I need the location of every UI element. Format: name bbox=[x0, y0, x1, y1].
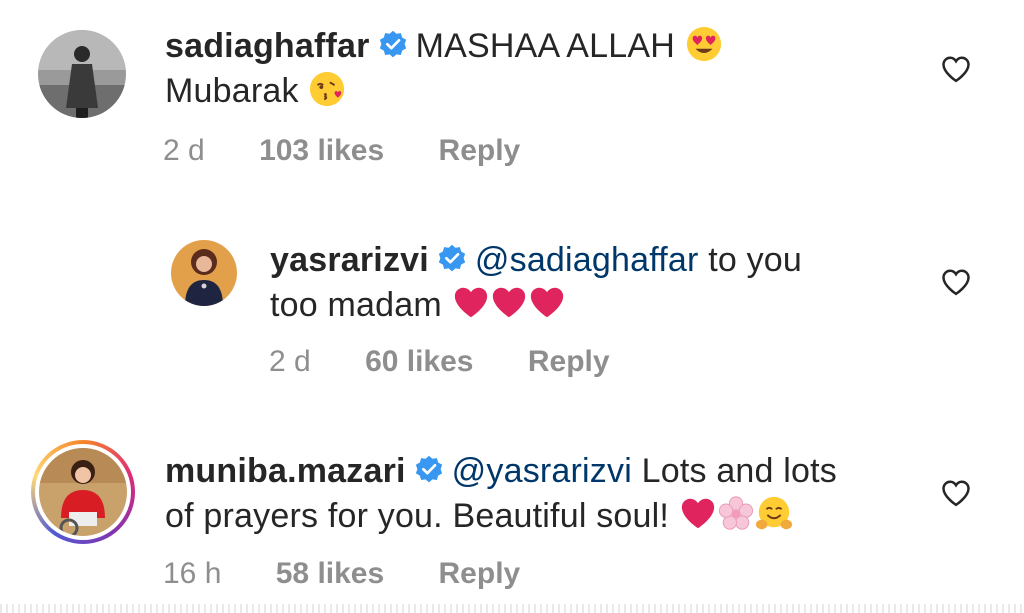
verified-badge-icon bbox=[414, 452, 444, 483]
avatar-picture bbox=[39, 448, 127, 536]
comment-text: MASHAA ALLAH bbox=[415, 27, 675, 65]
next-comment-edge bbox=[0, 604, 1024, 613]
mention-link[interactable]: @yasrarizvi bbox=[452, 452, 632, 490]
hugging-face-emoji-icon bbox=[755, 495, 793, 533]
avatar[interactable] bbox=[38, 30, 126, 118]
verified-badge-icon bbox=[437, 241, 467, 272]
comment-text-line2: of prayers for you. Beautiful soul! bbox=[165, 497, 670, 535]
red-heart-emoji-icon bbox=[452, 284, 490, 322]
emoji-group bbox=[452, 283, 566, 328]
mention-link[interactable]: @sadiaghaffar bbox=[475, 241, 699, 279]
avatar-inner bbox=[35, 444, 131, 540]
likes-count-button[interactable]: 60 likes bbox=[365, 345, 473, 378]
heart-eyes-emoji-icon bbox=[685, 25, 723, 63]
reply-button[interactable]: Reply bbox=[439, 557, 521, 590]
like-heart-icon[interactable] bbox=[941, 55, 971, 83]
like-heart-icon[interactable] bbox=[941, 268, 971, 296]
cherry-blossom-emoji-icon bbox=[717, 495, 755, 533]
comment-timestamp: 2 d bbox=[269, 345, 311, 378]
likes-count-button[interactable]: 58 likes bbox=[276, 557, 384, 590]
red-heart-emoji-icon bbox=[679, 495, 717, 533]
comment-timestamp: 2 d bbox=[163, 134, 205, 167]
emoji-group bbox=[679, 494, 793, 539]
like-heart-icon[interactable] bbox=[941, 479, 971, 507]
comment-text: to you bbox=[698, 241, 803, 279]
comment-timestamp: 16 h bbox=[163, 557, 222, 590]
avatar[interactable] bbox=[171, 240, 237, 306]
comment-text-line2: too madam bbox=[270, 286, 442, 324]
kissing-face-emoji-icon bbox=[308, 70, 346, 108]
comment-username[interactable]: yasrarizvi bbox=[270, 241, 429, 279]
comment-username[interactable]: muniba.mazari bbox=[165, 452, 406, 490]
red-heart-emoji-icon bbox=[528, 284, 566, 322]
reply-button[interactable]: Reply bbox=[528, 345, 610, 378]
likes-count-button[interactable]: 103 likes bbox=[259, 134, 384, 167]
comment-text-line2: Mubarak bbox=[165, 72, 299, 110]
verified-badge-icon bbox=[378, 27, 408, 58]
reply-button[interactable]: Reply bbox=[439, 134, 521, 167]
red-heart-emoji-icon bbox=[490, 284, 528, 322]
avatar[interactable] bbox=[31, 440, 135, 544]
comment-username[interactable]: sadiaghaffar bbox=[165, 27, 370, 65]
comment-text: Lots and lots bbox=[631, 452, 838, 490]
